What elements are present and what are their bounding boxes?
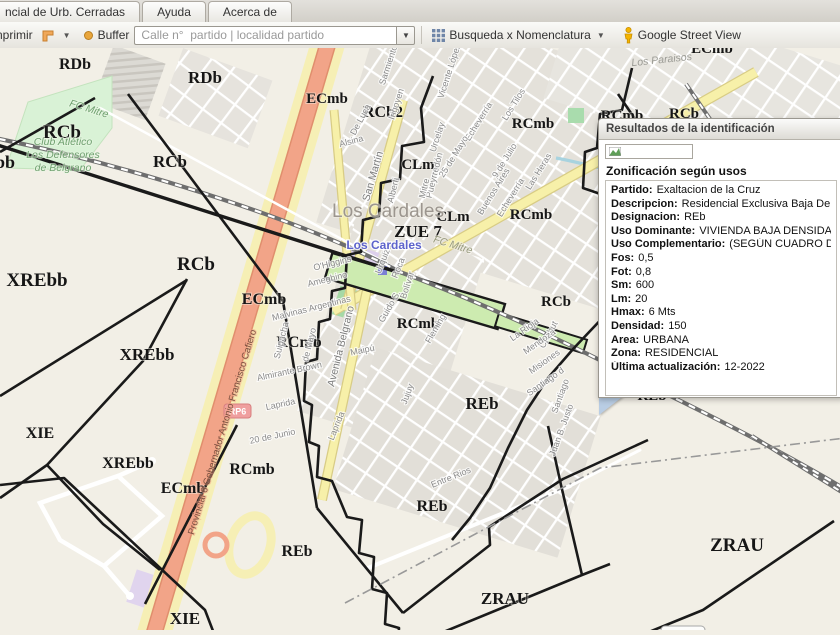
panel-field-row: Partido:Exaltacion de la Cruz — [611, 184, 831, 198]
tab-acerca-de[interactable]: Acerca de — [208, 1, 292, 22]
nomenclatura-label: Busqueda x Nomenclatura — [449, 28, 590, 42]
zone-label: RCb — [153, 152, 187, 171]
zone-label: XREbb — [102, 455, 154, 472]
tab-urb-cerradas[interactable]: ncial de Urb. Cerradas — [0, 1, 140, 22]
panel-section-title: Zonificación según usos — [606, 164, 840, 178]
zone-label: XIE — [26, 425, 54, 442]
zone-label: XREbb — [6, 270, 67, 291]
zone-label: ECmb — [691, 48, 733, 57]
panel-field-row: Lm:20 — [611, 293, 831, 307]
elbow-tool-icon — [41, 28, 57, 43]
measure-tool-button[interactable]: ▼ — [37, 26, 75, 45]
panel-field-row: Última actualización:12-2022 — [611, 361, 831, 375]
panel-field-row: Fot:0,8 — [611, 266, 831, 280]
panel-fields: Partido:Exaltacion de la CruzDescripcion… — [605, 180, 837, 396]
panel-field-row: Uso Complementario:(SEGÚN CUADRO DE US — [611, 238, 831, 252]
panel-field-row: Zona:RESIDENCIAL — [611, 347, 831, 361]
panel-field-row: Uso Dominante:VIVIENDA BAJA DENSIDAD — [611, 225, 831, 239]
zone-label: ECmb — [242, 291, 287, 308]
search-input[interactable] — [134, 26, 396, 45]
zone-label: REb — [416, 498, 447, 515]
zone-label: RCmb — [229, 461, 274, 478]
place-label: Club Atlético — [34, 136, 93, 148]
place-label: Los Cardales — [332, 201, 444, 222]
zone-label: REb — [465, 394, 498, 413]
layer-tab[interactable] — [605, 144, 693, 159]
street-view-label: Google Street View — [638, 28, 741, 42]
panel-title: Resultados de la identificación — [599, 119, 840, 140]
print-button[interactable]: nprimir — [0, 28, 37, 42]
zone-label: RCmb — [510, 207, 553, 223]
blocks-grid-icon — [432, 29, 445, 42]
chevron-down-icon: ▼ — [63, 31, 71, 40]
zone-label: REb — [281, 543, 312, 560]
pegman-icon — [623, 27, 634, 44]
panel-field-row: Designacion:REb — [611, 211, 831, 225]
zone-label: ZRAU — [710, 535, 764, 556]
tab-bar: ncial de Urb. Cerradas Ayuda Acerca de — [0, 0, 840, 23]
zone-label: RCb — [541, 294, 571, 310]
identify-results-panel: Resultados de la identificación Zonifica… — [598, 118, 840, 398]
zone-label: RDb — [59, 56, 91, 73]
parcel-badge: 031-03 — [661, 626, 705, 630]
place-label: de Belgrano — [35, 162, 92, 174]
buffer-label: Buffer — [98, 28, 130, 42]
panel-field-row: Densidad:150 — [611, 320, 831, 334]
street-view-button[interactable]: Google Street View — [619, 25, 745, 46]
zone-label: XIE — [170, 609, 200, 628]
tab-ayuda[interactable]: Ayuda — [142, 1, 206, 22]
zone-label: RCb — [177, 254, 215, 275]
zone-label: ZRAU — [481, 589, 529, 608]
zone-label: XREbb — [120, 345, 175, 364]
search-dropdown-button[interactable]: ▼ — [396, 26, 415, 45]
zone-label: RDb — [188, 68, 222, 87]
zone-label: RCmb — [512, 116, 555, 132]
gis-app: { "tabs": [ {"label": "ncial de Urb. Cer… — [0, 0, 840, 630]
layer-thumb-icon — [609, 147, 621, 156]
panel-field-row: Area:URBANA — [611, 334, 831, 348]
panel-field-row: Fos:0,5 — [611, 252, 831, 266]
place-label: Los Defensores — [26, 149, 100, 161]
zone-label: ECmb — [306, 91, 348, 107]
panel-field-row: Descripcion:Residencial Exclusiva Baja D… — [611, 198, 831, 212]
nomenclatura-button[interactable]: Busqueda x Nomenclatura ▼ — [428, 26, 608, 44]
toolbar: nprimir ▼ Buffer ▼ Busqueda x Nomenclatu… — [0, 22, 840, 49]
zone-label: XREbb — [0, 152, 15, 172]
panel-field-row: Sm:600 — [611, 279, 831, 293]
buffer-dot-icon — [84, 31, 93, 40]
separator — [421, 26, 422, 44]
panel-field-row: Hmax:6 Mts — [611, 306, 831, 320]
chevron-down-icon: ▼ — [597, 31, 605, 40]
place-label: Los Cardales — [346, 238, 422, 252]
search-combo: ▼ — [134, 26, 415, 45]
